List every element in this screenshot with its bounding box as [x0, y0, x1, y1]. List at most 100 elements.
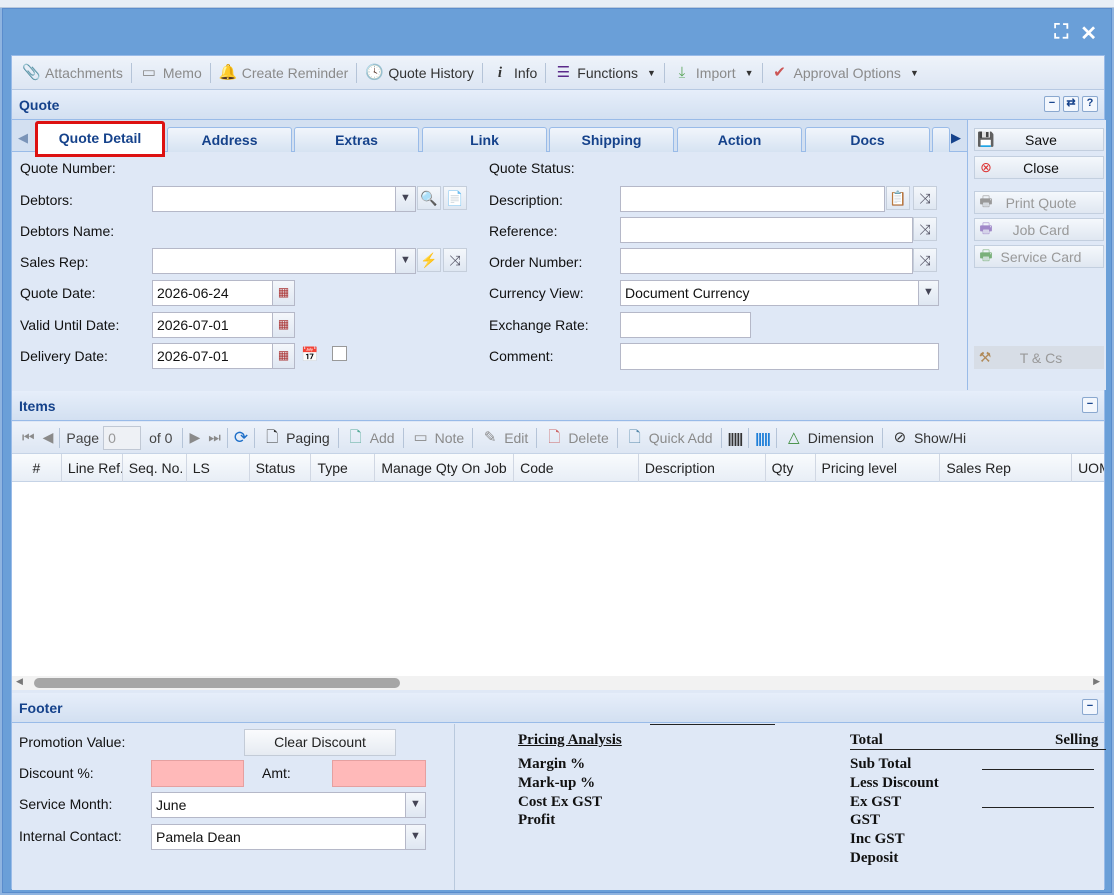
chevron-down-icon[interactable]: ▼	[405, 825, 425, 849]
tab-quote-detail[interactable]: Quote Detail	[35, 121, 165, 157]
tab-shipping[interactable]: Shipping	[549, 127, 674, 152]
prev-page-icon[interactable]: ◀	[39, 425, 58, 451]
column-header[interactable]: Status	[250, 454, 312, 482]
save-button[interactable]: 💾 Save	[974, 128, 1104, 151]
delivery-checkbox[interactable]	[332, 346, 347, 361]
last-page-icon[interactable]: ⏭	[204, 425, 225, 451]
calendar-icon[interactable]: ▦	[272, 281, 294, 305]
items-grid-body[interactable]	[12, 482, 1104, 687]
discount-percent-field[interactable]	[151, 760, 244, 787]
print-quote-button[interactable]: 🖶 Print Quote	[974, 191, 1104, 214]
refresh-icon[interactable]: ⇄	[1063, 96, 1079, 112]
quote-history-button[interactable]: 🕓 Quote History	[359, 60, 480, 86]
exchange-rate-field[interactable]	[620, 312, 751, 338]
delete-button[interactable]: 🗋 Delete	[539, 425, 614, 451]
column-header[interactable]: Type	[311, 454, 376, 482]
service-card-button[interactable]: 🖶 Service Card	[974, 245, 1104, 268]
edit-button[interactable]: ✎ Edit	[475, 425, 534, 451]
debtors-combo[interactable]: ▼	[152, 186, 416, 212]
service-month-combo[interactable]: June ▼	[151, 792, 426, 818]
show-hide-button[interactable]: ⊘ Show/Hi	[885, 425, 972, 451]
document-copy-icon[interactable]: 📋	[886, 186, 910, 210]
tab-action[interactable]: Action	[677, 127, 802, 152]
internal-contact-combo[interactable]: Pamela Dean ▼	[151, 824, 426, 850]
valid-until-field[interactable]: 2026-07-01 ▦	[152, 312, 295, 338]
order-number-field[interactable]	[620, 248, 913, 274]
reference-field[interactable]	[620, 217, 913, 243]
next-page-icon[interactable]: ▶	[185, 425, 204, 451]
refresh-icon[interactable]: ⟳	[230, 425, 252, 451]
calendar-icon[interactable]: ▦	[272, 313, 294, 337]
job-card-button[interactable]: 🖶 Job Card	[974, 218, 1104, 241]
chevron-down-icon[interactable]: ▼	[395, 187, 415, 211]
column-header[interactable]: Pricing level	[816, 454, 941, 482]
help-icon[interactable]: ?	[1082, 96, 1098, 112]
markup-label: Mark-up %	[518, 775, 596, 791]
memo-button[interactable]: ▭ Memo	[134, 60, 208, 86]
column-header[interactable]: Qty	[766, 454, 816, 482]
close-icon[interactable]: ✕	[1080, 21, 1097, 46]
quick-add-button[interactable]: 🗋 Quick Add	[620, 425, 719, 451]
search-icon[interactable]: 🔍	[417, 186, 441, 210]
debtor-info-icon[interactable]: 📄	[443, 186, 467, 210]
calendar-icon[interactable]: ▦	[272, 344, 294, 368]
tab-docs[interactable]: Docs	[805, 127, 930, 152]
comment-field[interactable]	[620, 343, 939, 370]
clear-discount-button[interactable]: Clear Discount	[244, 729, 396, 756]
dimension-button[interactable]: △ Dimension	[779, 425, 880, 451]
column-header[interactable]: Code	[514, 454, 639, 482]
paging-button[interactable]: 🗋 Paging	[257, 425, 336, 451]
column-header[interactable]: Seq. No.	[123, 454, 187, 482]
discount-amount-field[interactable]	[332, 760, 426, 787]
close-button[interactable]: ⊗ Close	[974, 156, 1104, 179]
column-header[interactable]: Line Ref.	[62, 454, 123, 482]
scroll-left-icon[interactable]: ◀	[16, 676, 23, 687]
attachments-button[interactable]: 📎 Attachments	[16, 60, 129, 86]
column-header[interactable]: Sales Rep	[940, 454, 1073, 482]
create-reminder-button[interactable]: 🔔 Create Reminder	[213, 60, 355, 86]
page-number-input[interactable]: 0	[103, 425, 142, 450]
tab-overflow[interactable]	[932, 127, 950, 152]
column-header[interactable]: UOM	[1072, 454, 1104, 482]
horizontal-scrollbar[interactable]: ◀ ▶	[12, 676, 1104, 690]
shuffle-icon[interactable]: ⤨	[913, 217, 937, 241]
collapse-icon[interactable]: −	[1082, 699, 1098, 715]
first-page-icon[interactable]: ⏮	[18, 425, 39, 451]
quote-date-field[interactable]: 2026-06-24 ▦	[152, 280, 295, 306]
tab-extras[interactable]: Extras	[294, 127, 419, 152]
shuffle-icon[interactable]: ⤨	[913, 186, 937, 210]
functions-menu[interactable]: ☰ Functions ▼	[548, 60, 662, 86]
currency-view-combo[interactable]: Document Currency ▼	[620, 280, 939, 306]
scroll-right-icon[interactable]: ▶	[1093, 676, 1100, 687]
shuffle-icon[interactable]: ⤨	[443, 248, 467, 272]
column-header[interactable]: Description	[639, 454, 766, 482]
sales-rep-combo[interactable]: ▼	[152, 248, 416, 274]
info-button[interactable]: i Info	[485, 60, 543, 86]
delivery-date-field[interactable]: 2026-07-01 ▦	[152, 343, 295, 369]
column-header[interactable]: Manage Qty On Job	[375, 454, 515, 482]
scrollbar-thumb[interactable]	[34, 678, 400, 688]
tab-link[interactable]: Link	[422, 127, 547, 152]
tcs-button[interactable]: ⚒ T & Cs	[974, 346, 1104, 369]
chevron-down-icon[interactable]: ▼	[918, 281, 938, 305]
approval-options-menu[interactable]: ✔ Approval Options ▼	[765, 60, 925, 86]
chevron-down-icon[interactable]: ▼	[395, 249, 415, 273]
collapse-icon[interactable]: −	[1044, 96, 1060, 112]
lightning-icon[interactable]: ⚡	[417, 248, 441, 272]
barcode-scan-icon[interactable]: |||||	[751, 425, 774, 451]
import-menu[interactable]: ⤓ Import ▼	[667, 60, 760, 86]
tab-address[interactable]: Address	[167, 127, 292, 152]
maximize-icon[interactable]: ⛶	[1054, 21, 1068, 46]
column-header[interactable]: LS	[187, 454, 250, 482]
description-field[interactable]	[620, 186, 885, 212]
note-button[interactable]: ▭ Note	[406, 425, 471, 451]
column-header[interactable]: #	[12, 454, 62, 482]
barcode-icon[interactable]: |||||	[724, 425, 747, 451]
shuffle-icon[interactable]: ⤨	[913, 248, 937, 272]
chevron-down-icon[interactable]: ▼	[405, 793, 425, 817]
scroll-left-icon[interactable]: ◀	[18, 130, 28, 146]
scroll-right-icon[interactable]: ▶	[951, 130, 961, 146]
add-button[interactable]: 🗋 Add	[341, 425, 401, 451]
calendar-check-icon[interactable]: 📅	[298, 343, 322, 367]
collapse-icon[interactable]: −	[1082, 397, 1098, 413]
